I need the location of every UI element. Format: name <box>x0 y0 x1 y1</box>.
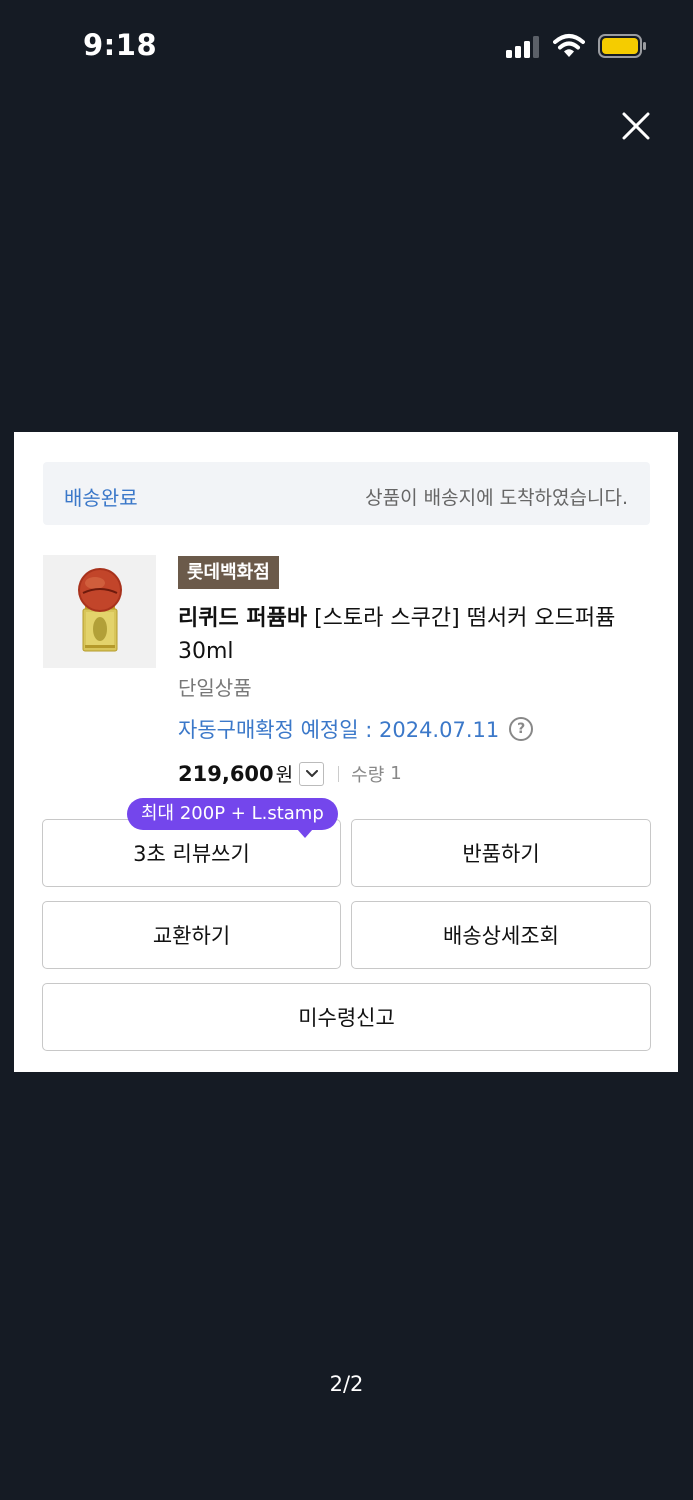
chevron-down-icon <box>305 769 318 777</box>
price-value: 219,600 <box>178 761 274 786</box>
order-item-card: 배송완료 상품이 배송지에 도착하였습니다. 롯데백화점 리퀴드 퍼퓸바 [스토… <box>14 432 678 1072</box>
status-time: 9:18 <box>83 28 158 62</box>
quantity-label: 수량 <box>351 764 385 786</box>
review-reward-text: 최대 200P + L.stamp <box>141 803 324 824</box>
price-detail-toggle[interactable] <box>299 761 325 786</box>
battery-icon <box>598 34 646 58</box>
product-brand: 리퀴드 퍼퓸바 <box>178 606 308 631</box>
price-currency: 원 <box>275 764 294 786</box>
price-row: 219,600 원 수량 1 <box>178 760 402 787</box>
page-indicator: 2/2 <box>329 1372 364 1396</box>
divider <box>338 765 340 782</box>
cellular-signal-icon <box>506 36 542 58</box>
return-button[interactable]: 반품하기 <box>351 819 651 887</box>
delivery-tracking-button[interactable]: 배송상세조회 <box>351 901 651 969</box>
auto-confirm-text: 자동구매확정 예정일 : 2024.07.11 <box>178 718 500 742</box>
wifi-icon <box>553 34 585 57</box>
review-reward-tooltip: 최대 200P + L.stamp <box>127 798 338 838</box>
question-circle-icon[interactable]: ? <box>509 717 534 741</box>
exchange-button[interactable]: 교환하기 <box>42 901 341 969</box>
auto-confirm-date: 자동구매확정 예정일 : 2024.07.11 ? <box>178 714 534 744</box>
report-not-received-button[interactable]: 미수령신고 <box>42 983 651 1051</box>
close-icon[interactable] <box>616 106 656 146</box>
delivery-message: 상품이 배송지에 도착하였습니다. <box>365 487 628 509</box>
status-bar: 9:18 <box>0 0 693 90</box>
product-option: 단일상품 <box>178 676 252 700</box>
perfume-bottle-image <box>78 568 122 652</box>
store-badge: 롯데백화점 <box>178 556 279 589</box>
tooltip-arrow <box>297 829 313 838</box>
product-thumbnail[interactable] <box>43 555 156 668</box>
product-name[interactable]: 리퀴드 퍼퓸바 [스토라 스쿠간] 떰서커 오드퍼퓸 30ml <box>178 602 648 668</box>
delivery-status-banner: 배송완료 상품이 배송지에 도착하였습니다. <box>43 462 650 525</box>
quantity-value: 1 <box>390 763 402 784</box>
delivery-status: 배송완료 <box>64 486 138 510</box>
